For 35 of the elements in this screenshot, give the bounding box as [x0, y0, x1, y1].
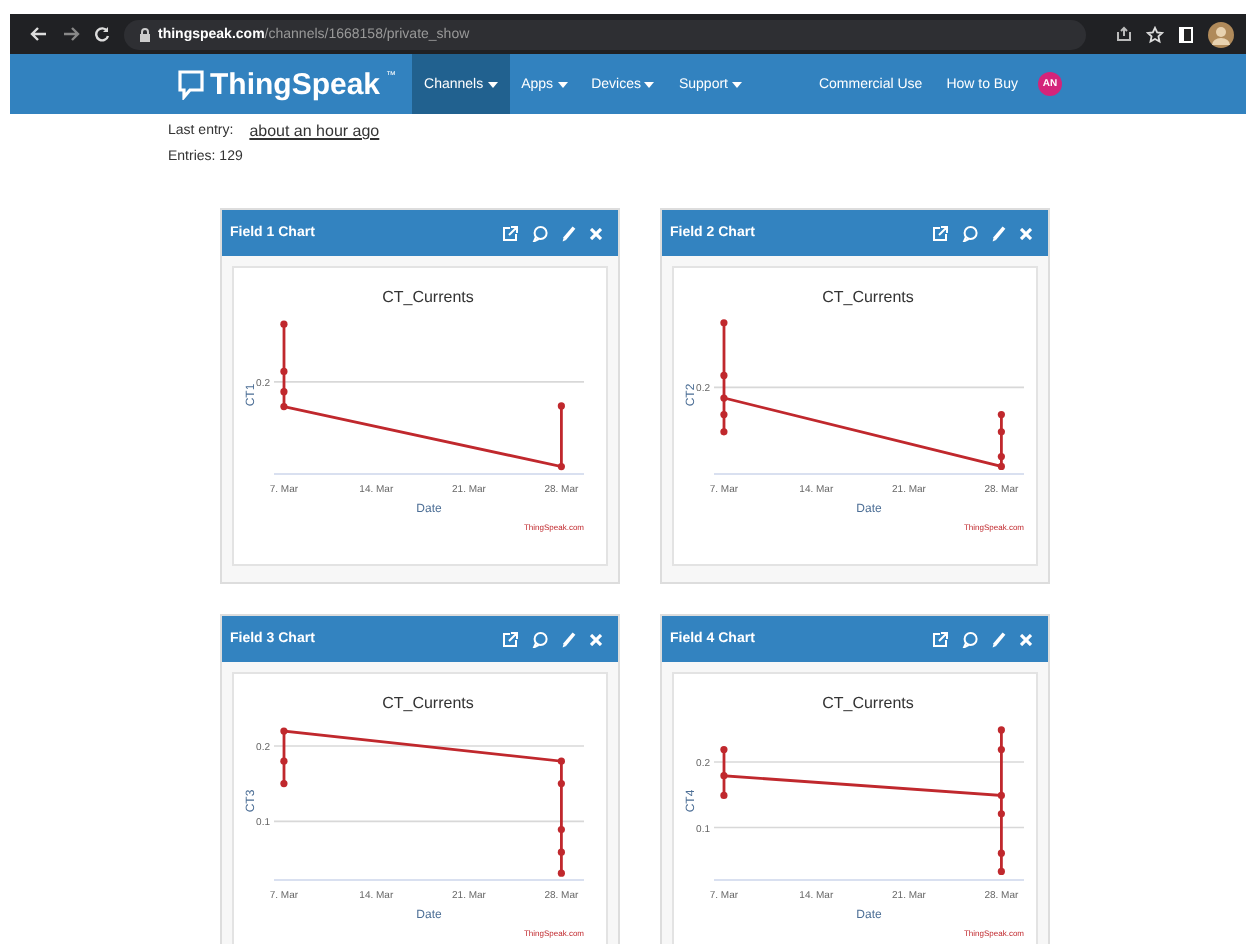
comment-icon[interactable]: [532, 225, 548, 241]
lock-icon: [140, 27, 150, 41]
speech-bubble-icon: [178, 69, 204, 99]
pencil-icon[interactable]: [562, 631, 576, 647]
chart-title: CT_Currents: [382, 288, 474, 306]
comment-icon[interactable]: [532, 631, 548, 647]
chart-title: CT_Currents: [822, 694, 914, 712]
caret-icon: [487, 81, 498, 87]
caret-icon: [557, 81, 568, 87]
close-icon[interactable]: [1020, 633, 1032, 645]
forward-icon[interactable]: [62, 26, 80, 42]
chart-title: CT_Currents: [822, 288, 914, 306]
close-icon[interactable]: [590, 633, 602, 645]
comment-icon[interactable]: [962, 225, 978, 241]
caret-icon: [732, 81, 742, 87]
external-link-icon[interactable]: [932, 225, 948, 241]
pencil-icon[interactable]: [562, 225, 576, 241]
reload-icon[interactable]: [94, 26, 110, 42]
external-link-icon[interactable]: [502, 631, 518, 647]
external-link-icon[interactable]: [502, 225, 518, 241]
pencil-icon[interactable]: [992, 225, 1006, 241]
close-icon[interactable]: [1020, 227, 1032, 239]
chart-title: CT_Currents: [382, 694, 474, 712]
pencil-icon[interactable]: [992, 631, 1006, 647]
external-link-icon[interactable]: [932, 631, 948, 647]
comment-icon[interactable]: [962, 631, 978, 647]
last-entry-link[interactable]: about an hour ago: [249, 122, 380, 140]
caret-icon: [644, 81, 655, 87]
star-icon[interactable]: [1146, 25, 1164, 43]
close-icon[interactable]: [590, 227, 602, 239]
profile-avatar[interactable]: [1208, 21, 1234, 47]
sidebar-icon[interactable]: [1178, 25, 1194, 43]
share-icon[interactable]: [1116, 26, 1132, 42]
back-icon[interactable]: [30, 26, 48, 42]
brand-name[interactable]: ThingSpeak: [210, 67, 381, 101]
